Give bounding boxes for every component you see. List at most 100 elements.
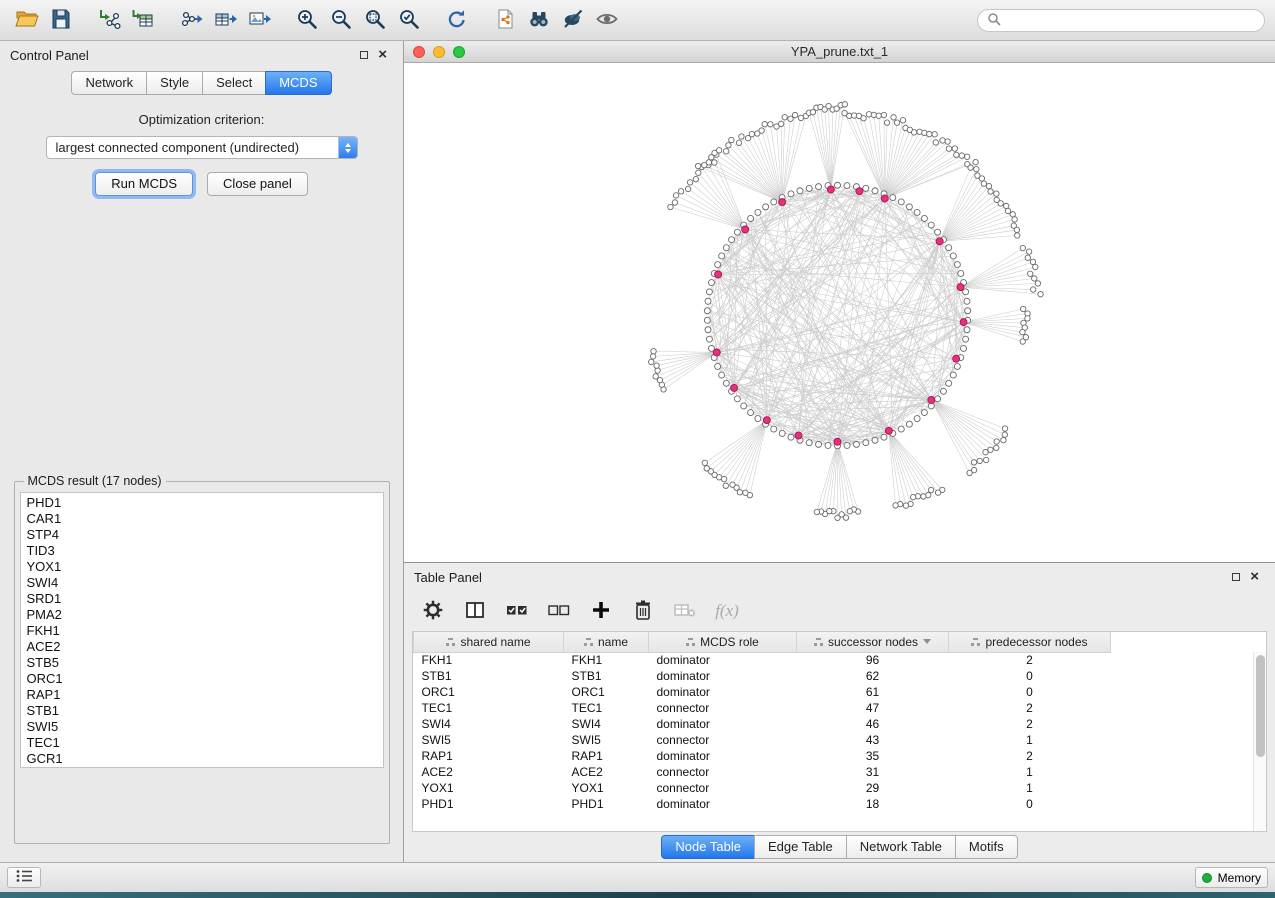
tab-mcds[interactable]: MCDS (265, 71, 331, 95)
show-columns-button[interactable] (462, 598, 488, 624)
table-cell[interactable]: dominator (649, 684, 797, 700)
table-cell[interactable]: 2 (949, 716, 1111, 732)
select-all-button[interactable] (504, 598, 530, 624)
table-cell[interactable]: connector (649, 764, 797, 780)
network-window-titlebar[interactable]: YPA_prune.txt_1 (404, 41, 1275, 63)
maximize-window-icon[interactable] (453, 46, 465, 58)
table-scrollbar[interactable] (1253, 652, 1266, 831)
scrollbar-thumb[interactable] (1256, 655, 1265, 757)
table-cell[interactable]: dominator (649, 748, 797, 764)
table-cell[interactable]: TEC1 (414, 700, 564, 716)
table-cell[interactable]: SWI5 (414, 732, 564, 748)
table-cell[interactable]: 46 (797, 716, 949, 732)
table-cell[interactable]: connector (649, 732, 797, 748)
export-table-button[interactable] (208, 4, 242, 36)
table-cell[interactable]: RAP1 (414, 748, 564, 764)
table-cell[interactable]: 1 (949, 764, 1111, 780)
delete-column-button[interactable] (630, 598, 656, 624)
close-window-icon[interactable] (413, 46, 425, 58)
mcds-result-item[interactable]: CAR1 (27, 511, 383, 527)
table-cell[interactable]: FKH1 (414, 652, 564, 668)
table-cell[interactable]: 0 (949, 796, 1111, 812)
run-mcds-button[interactable]: Run MCDS (95, 172, 193, 196)
global-search-field[interactable] (977, 9, 1265, 32)
tab-select[interactable]: Select (202, 71, 266, 95)
table-cell[interactable]: SWI4 (414, 716, 564, 732)
table-row[interactable]: YOX1YOX1connector291 (414, 780, 1111, 796)
table-cell[interactable]: 2 (949, 700, 1111, 716)
table-cell[interactable]: 62 (797, 668, 949, 684)
mcds-result-item[interactable]: STB5 (27, 655, 383, 671)
mcds-result-item[interactable]: TEC1 (27, 735, 383, 751)
table-row[interactable]: ORC1ORC1dominator610 (414, 684, 1111, 700)
mcds-result-item[interactable]: FKH1 (27, 623, 383, 639)
mcds-result-item[interactable]: STP4 (27, 527, 383, 543)
mcds-result-item[interactable]: ORC1 (27, 671, 383, 687)
tab-edge-table[interactable]: Edge Table (754, 835, 847, 859)
table-cell[interactable]: 1 (949, 780, 1111, 796)
tab-network-table[interactable]: Network Table (846, 835, 956, 859)
table-cell[interactable]: 31 (797, 764, 949, 780)
table-row[interactable]: SWI4SWI4dominator462 (414, 716, 1111, 732)
tab-motifs[interactable]: Motifs (955, 835, 1018, 859)
mcds-result-item[interactable]: ACE2 (27, 639, 383, 655)
export-image-button[interactable] (242, 4, 276, 36)
toggle-graphics-details-button[interactable] (556, 4, 590, 36)
table-row[interactable]: TEC1TEC1connector472 (414, 700, 1111, 716)
zoom-fit-button[interactable] (358, 4, 392, 36)
mcds-result-item[interactable]: YOX1 (27, 559, 383, 575)
table-cell[interactable]: 35 (797, 748, 949, 764)
table-row[interactable]: SWI5SWI5connector431 (414, 732, 1111, 748)
column-header-predecessor-nodes[interactable]: predecessor nodes (949, 632, 1111, 652)
tab-node-table[interactable]: Node Table (661, 835, 755, 859)
table-cell[interactable]: 43 (797, 732, 949, 748)
table-cell[interactable]: 96 (797, 652, 949, 668)
close-panel-icon[interactable]: × (378, 50, 387, 60)
table-cell[interactable]: connector (649, 700, 797, 716)
table-cell[interactable]: 61 (797, 684, 949, 700)
table-cell[interactable]: connector (649, 780, 797, 796)
table-cell[interactable]: TEC1 (564, 700, 649, 716)
table-cell[interactable]: ORC1 (564, 684, 649, 700)
table-cell[interactable]: dominator (649, 796, 797, 812)
import-table-button[interactable] (126, 4, 160, 36)
column-header-shared-name[interactable]: shared name (414, 632, 564, 652)
table-cell[interactable]: YOX1 (414, 780, 564, 796)
table-cell[interactable]: 2 (949, 748, 1111, 764)
column-header-name[interactable]: name (564, 632, 649, 652)
table-cell[interactable]: dominator (649, 716, 797, 732)
table-row[interactable]: PHD1PHD1dominator180 (414, 796, 1111, 812)
table-cell[interactable]: FKH1 (564, 652, 649, 668)
save-button[interactable] (44, 4, 78, 36)
close-mcds-panel-button[interactable]: Close panel (207, 172, 308, 196)
mcds-result-item[interactable]: GCR1 (27, 751, 383, 767)
table-cell[interactable]: STB1 (564, 668, 649, 684)
minimize-window-icon[interactable] (433, 46, 445, 58)
table-cell[interactable]: YOX1 (564, 780, 649, 796)
show-hide-panels-button[interactable] (590, 4, 624, 36)
mcds-result-item[interactable]: TID3 (27, 543, 383, 559)
zoom-out-button[interactable] (324, 4, 358, 36)
panel-list-button[interactable] (7, 867, 41, 888)
table-cell[interactable]: ORC1 (414, 684, 564, 700)
table-row[interactable]: FKH1FKH1dominator962 (414, 652, 1111, 668)
clone-network-button[interactable] (488, 4, 522, 36)
criterion-dropdown[interactable]: largest connected component (undirected) (46, 136, 358, 159)
refresh-layout-button[interactable] (440, 4, 474, 36)
table-cell[interactable]: 47 (797, 700, 949, 716)
unselect-all-button[interactable] (546, 598, 572, 624)
table-row[interactable]: STB1STB1dominator620 (414, 668, 1111, 684)
export-network-button[interactable] (174, 4, 208, 36)
network-canvas[interactable] (404, 63, 1275, 562)
float-table-panel-icon[interactable] (1232, 573, 1240, 581)
column-header-mcds-role[interactable]: MCDS role (649, 632, 797, 652)
table-row[interactable]: ACE2ACE2connector311 (414, 764, 1111, 780)
table-cell[interactable]: 0 (949, 684, 1111, 700)
table-cell[interactable]: dominator (649, 668, 797, 684)
mcds-result-item[interactable]: STB1 (27, 703, 383, 719)
table-cell[interactable]: 0 (949, 668, 1111, 684)
tab-network[interactable]: Network (71, 71, 147, 95)
tab-style[interactable]: Style (146, 71, 203, 95)
table-cell[interactable]: SWI5 (564, 732, 649, 748)
mcds-result-item[interactable]: PHD1 (27, 495, 383, 511)
